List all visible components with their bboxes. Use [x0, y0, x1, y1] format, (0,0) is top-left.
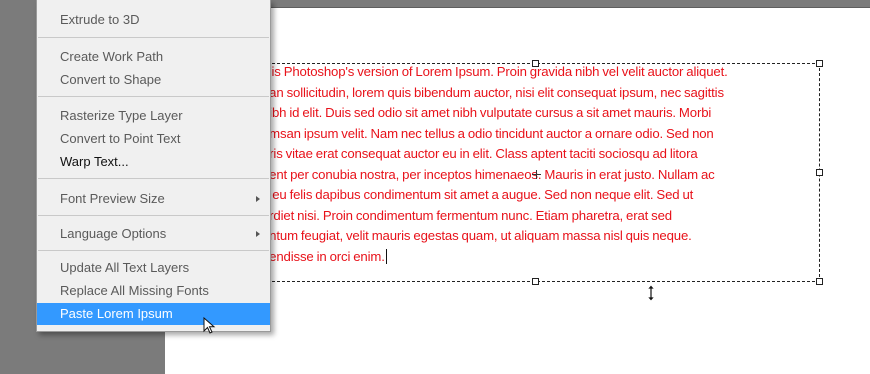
- bbox-handle-top-right[interactable]: [816, 60, 823, 67]
- mouse-pointer-icon: [203, 317, 216, 334]
- vertical-resize-cursor-icon: [646, 284, 656, 302]
- menu-item-paste-lorem-ipsum[interactable]: Paste Lorem Ipsum: [37, 303, 270, 325]
- menu-item-rasterize-type-layer[interactable]: Rasterize Type Layer: [37, 105, 270, 127]
- bbox-handle-middle-right[interactable]: [816, 169, 823, 176]
- bbox-handle-bottom-right[interactable]: [816, 278, 823, 285]
- menu-item-label: Convert to Point Text: [60, 131, 181, 146]
- menu-item-font-preview-size[interactable]: Font Preview Size: [37, 188, 270, 210]
- bbox-handle-bottom-center[interactable]: [532, 278, 539, 285]
- type-context-menu: Extrude to 3D Create Work Path Convert t…: [36, 0, 271, 332]
- menu-separator: [38, 37, 269, 38]
- bbox-center-reference-icon: [532, 170, 541, 179]
- submenu-arrow-icon: [256, 196, 260, 202]
- menu-separator: [38, 178, 269, 179]
- menu-item-label: Extrude to 3D: [60, 12, 140, 27]
- menu-item-extrude-to-3d[interactable]: Extrude to 3D: [37, 9, 270, 31]
- menu-item-language-options[interactable]: Language Options: [37, 223, 270, 245]
- menu-item-label: Convert to Shape: [60, 72, 162, 87]
- menu-separator: [38, 215, 269, 216]
- menu-item-label: Warp Text...: [60, 154, 129, 169]
- menu-item-label: Language Options: [60, 226, 167, 241]
- menu-item-label: Rasterize Type Layer: [60, 108, 183, 123]
- menu-item-create-work-path[interactable]: Create Work Path: [37, 46, 270, 68]
- menu-item-warp-text[interactable]: Warp Text...: [37, 151, 270, 173]
- submenu-arrow-icon: [256, 231, 260, 237]
- bbox-handle-top-center[interactable]: [532, 60, 539, 67]
- menu-item-label: Paste Lorem Ipsum: [60, 306, 173, 321]
- menu-item-convert-to-point-text[interactable]: Convert to Point Text: [37, 128, 270, 150]
- menu-separator: [38, 250, 269, 251]
- menu-item-replace-all-missing-fonts[interactable]: Replace All Missing Fonts: [37, 280, 270, 302]
- menu-item-convert-to-shape[interactable]: Convert to Shape: [37, 69, 270, 91]
- menu-item-update-all-text-layers[interactable]: Update All Text Layers: [37, 257, 270, 279]
- menu-item-label: Font Preview Size: [60, 191, 165, 206]
- menu-item-label: Update All Text Layers: [60, 260, 190, 275]
- menu-item-label: Replace All Missing Fonts: [60, 283, 209, 298]
- menu-item-label: Create Work Path: [60, 49, 164, 64]
- menu-separator: [38, 96, 269, 97]
